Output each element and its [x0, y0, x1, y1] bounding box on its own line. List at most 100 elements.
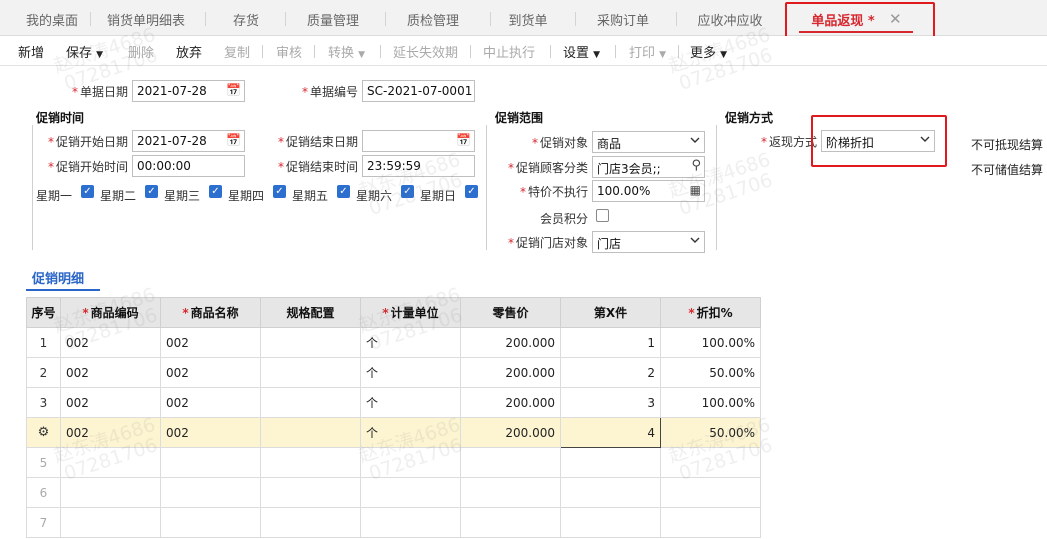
row-settings-icon[interactable]: ⚙ [38, 425, 50, 440]
cell-discount[interactable] [660, 447, 761, 478]
audit-button[interactable]: 审核 [276, 42, 302, 61]
tab-sales-detail[interactable]: 销货单明细表 [100, 10, 192, 30]
cell-discount[interactable] [660, 477, 761, 508]
cell-name[interactable] [160, 477, 261, 508]
search-icon[interactable]: ⚲ [691, 158, 701, 173]
cell-nth-item[interactable]: 1 [560, 327, 661, 358]
weekday-checkbox-tue[interactable]: ✓ [145, 185, 158, 198]
more-button[interactable]: 更多 ▼ [690, 42, 727, 61]
cell-nth-item[interactable] [560, 447, 661, 478]
table-row-active[interactable]: ⚙ 002 002 个 200.000 4 50.00% [26, 417, 761, 448]
table-row[interactable]: 3 002 002 个 200.000 3 100.00% [26, 387, 761, 418]
tab-promo-detail[interactable]: 促销明细 [32, 268, 84, 287]
cell-code[interactable]: 002 [60, 417, 161, 448]
cell-discount[interactable] [660, 507, 761, 538]
cell-price[interactable] [460, 507, 561, 538]
cell-spec[interactable] [260, 507, 361, 538]
print-button[interactable]: 打印 ▼ [629, 42, 666, 61]
cell-discount[interactable]: 100.00% [660, 327, 761, 358]
cell-discount[interactable]: 50.00% [660, 357, 761, 388]
table-row[interactable]: 1 002 002 个 200.000 1 100.00% [26, 327, 761, 358]
cell-nth-item[interactable] [560, 477, 661, 508]
col-header-name[interactable]: * 商品名称 [160, 297, 261, 328]
calendar-icon[interactable]: 📅 [456, 133, 471, 147]
cell-price[interactable]: 200.000 [460, 417, 561, 448]
col-header-price[interactable]: 零售价 [460, 297, 561, 328]
member-points-checkbox[interactable] [596, 209, 609, 222]
weekday-checkbox-mon[interactable]: ✓ [81, 185, 94, 198]
cell-nth-item-selected[interactable]: 4 [560, 417, 661, 448]
table-row[interactable]: 6 [26, 477, 761, 508]
cell-unit[interactable] [360, 477, 461, 508]
cell-code[interactable]: 002 [60, 387, 161, 418]
cell-nth-item[interactable]: 2 [560, 357, 661, 388]
save-button[interactable]: 保存 ▼ [66, 42, 103, 61]
copy-button[interactable]: 复制 [224, 42, 250, 61]
cell-code[interactable] [60, 507, 161, 538]
table-row[interactable]: 5 [26, 447, 761, 478]
doc-no-input[interactable]: SC-2021-07-0001 [362, 80, 475, 102]
weekday-checkbox-fri[interactable]: ✓ [337, 185, 350, 198]
tab-arrival[interactable]: 到货单 [503, 10, 553, 30]
store-target-select[interactable]: 门店 [592, 231, 705, 253]
discard-button[interactable]: 放弃 [176, 42, 202, 61]
cell-unit[interactable]: 个 [360, 417, 461, 448]
weekday-checkbox-thu[interactable]: ✓ [273, 185, 286, 198]
cell-unit[interactable]: 个 [360, 327, 461, 358]
col-header-spec[interactable]: 规格配置 [260, 297, 361, 328]
tab-inspection[interactable]: 质检管理 [400, 10, 466, 30]
end-date-input[interactable]: 📅 [362, 130, 475, 152]
cell-unit[interactable] [360, 507, 461, 538]
cell-unit[interactable]: 个 [360, 357, 461, 388]
cell-price[interactable] [460, 477, 561, 508]
cell-unit[interactable] [360, 447, 461, 478]
cell-discount[interactable]: 100.00% [660, 387, 761, 418]
cell-name[interactable]: 002 [160, 357, 261, 388]
tab-purchase-order[interactable]: 采购订单 [590, 10, 656, 30]
cell-spec[interactable] [260, 417, 361, 448]
cell-name[interactable] [160, 447, 261, 478]
cell-price[interactable]: 200.000 [460, 357, 561, 388]
special-price-input[interactable]: 100.00% ▦ [592, 180, 705, 202]
cell-code[interactable] [60, 447, 161, 478]
cell-code[interactable] [60, 477, 161, 508]
cell-code[interactable]: 002 [60, 357, 161, 388]
extend-expiry-button[interactable]: 延长失效期 [393, 42, 458, 61]
end-time-input[interactable]: 23:59:59 [362, 155, 475, 177]
col-header-code[interactable]: * 商品编码 [60, 297, 161, 328]
cell-spec[interactable] [260, 327, 361, 358]
tab-desktop[interactable]: 我的桌面 [20, 10, 84, 30]
tab-quality[interactable]: 质量管理 [300, 10, 366, 30]
cell-spec[interactable] [260, 357, 361, 388]
calendar-icon[interactable]: 📅 [226, 133, 241, 147]
doc-date-input[interactable]: 2021-07-28 📅 [132, 80, 245, 102]
tab-receivable[interactable]: 应收冲应收 [690, 10, 770, 30]
col-header-unit[interactable]: * 计量单位 [360, 297, 461, 328]
calendar-icon[interactable]: 📅 [226, 83, 241, 97]
cell-price[interactable]: 200.000 [460, 327, 561, 358]
start-time-input[interactable]: 00:00:00 [132, 155, 245, 177]
weekday-checkbox-sat[interactable]: ✓ [401, 185, 414, 198]
cell-nth-item[interactable] [560, 507, 661, 538]
start-date-input[interactable]: 2021-07-28 📅 [132, 130, 245, 152]
col-header-nth-item[interactable]: 第X件 [560, 297, 661, 328]
table-row[interactable]: 2 002 002 个 200.000 2 50.00% [26, 357, 761, 388]
cell-name[interactable] [160, 507, 261, 538]
cell-price[interactable]: 200.000 [460, 387, 561, 418]
cell-unit[interactable]: 个 [360, 387, 461, 418]
settings-button[interactable]: 设置 ▼ [563, 42, 600, 61]
cell-name[interactable]: 002 [160, 327, 261, 358]
delete-button[interactable]: 删除 [128, 42, 154, 61]
cell-spec[interactable] [260, 447, 361, 478]
calculator-icon[interactable]: ▦ [690, 183, 701, 197]
customer-class-input[interactable]: 门店3会员;; ⚲ [592, 156, 705, 178]
cell-discount[interactable]: 50.00% [660, 417, 761, 448]
cell-name[interactable]: 002 [160, 387, 261, 418]
cell-spec[interactable] [260, 387, 361, 418]
cell-price[interactable] [460, 447, 561, 478]
new-button[interactable]: 新增 [18, 42, 44, 61]
cell-seq[interactable]: ⚙ [26, 417, 61, 448]
cell-code[interactable]: 002 [60, 327, 161, 358]
col-header-discount[interactable]: * 折扣% [660, 297, 761, 328]
convert-button[interactable]: 转换 ▼ [328, 42, 365, 61]
